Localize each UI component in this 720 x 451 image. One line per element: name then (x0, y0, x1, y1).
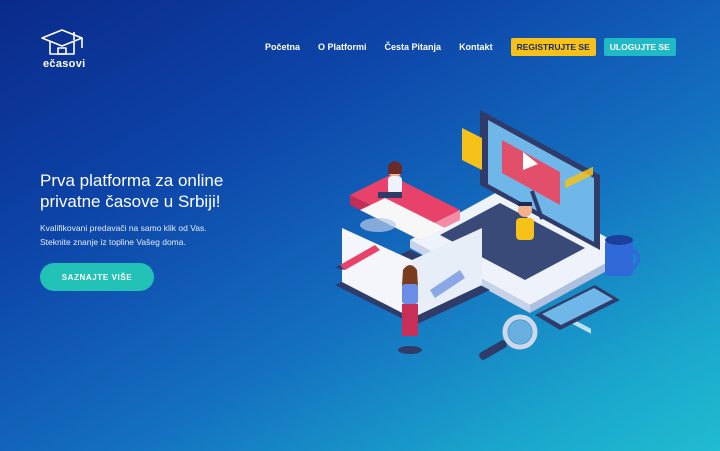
nav-link-kontakt[interactable]: Kontakt (459, 42, 493, 52)
brand-name[interactable]: ečasovi (43, 58, 85, 70)
nav-link-o-platformi[interactable]: O Platformi (318, 42, 367, 52)
hero-title: Prva platforma za online privatne časove… (40, 171, 224, 211)
hero-subtitle-line2: Steknite znanje iz topline Vašeg doma. (40, 237, 186, 247)
nav-link-cesta-pitanja[interactable]: Česta Pitanja (385, 42, 442, 52)
hero-subtitle: Kvalifikovani predavači na samo klik od … (40, 221, 280, 249)
login-button[interactable]: ULOGUJTE SE (603, 38, 676, 56)
learn-more-button[interactable]: SAZNAJTE VIŠE (40, 263, 154, 291)
hero-subtitle-line1: Kvalifikovani predavači na samo klik od … (40, 223, 207, 233)
register-button[interactable]: REGISTRUJTE SE (510, 38, 596, 56)
hero-illustration (335, 110, 641, 360)
main-nav: Početna O Platformi Česta Pitanja Kontak… (265, 38, 676, 56)
nav-link-pocetna[interactable]: Početna (265, 42, 300, 52)
